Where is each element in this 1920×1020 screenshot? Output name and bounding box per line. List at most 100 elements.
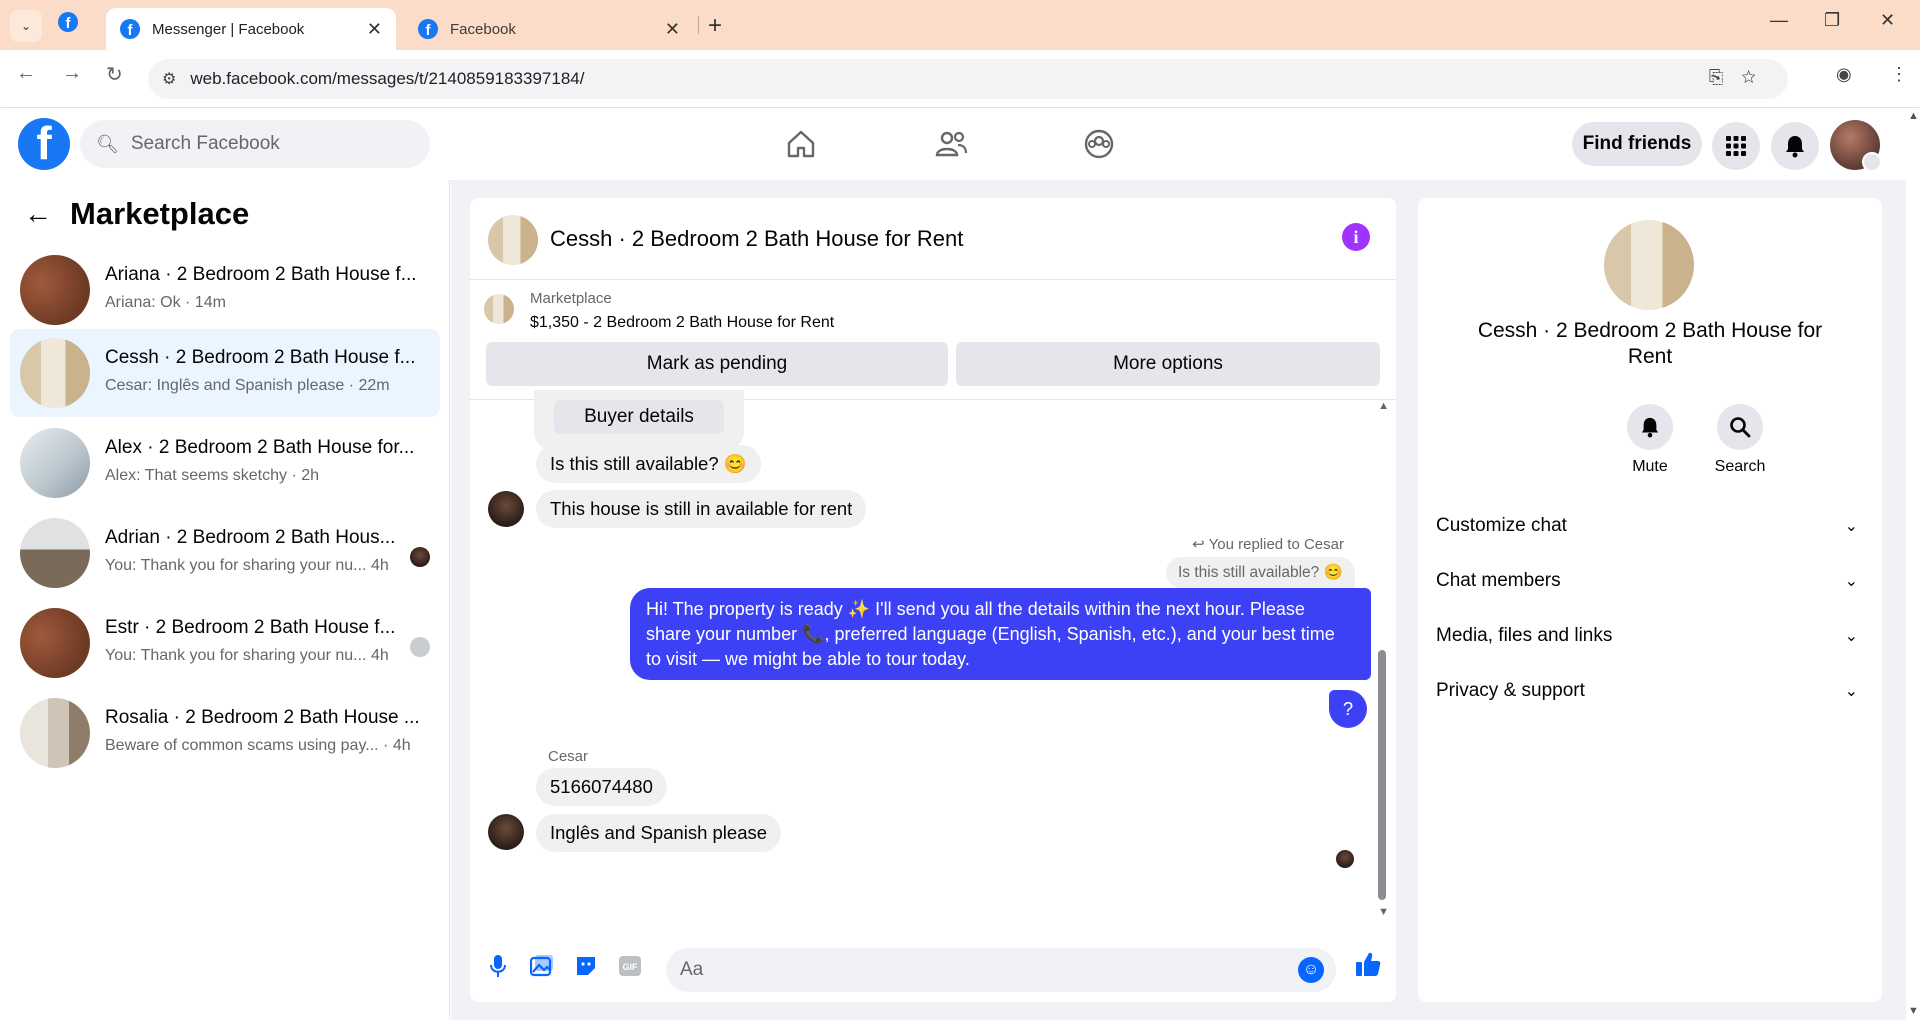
bookmark-star-icon[interactable]: ☆ xyxy=(1741,67,1774,87)
tab-separator xyxy=(698,16,699,34)
conversation-item[interactable]: Estr · 2 Bedroom 2 Bath House f... You: … xyxy=(10,599,440,687)
incoming-message[interactable]: 5166074480 xyxy=(536,768,667,806)
search-input[interactable]: 🔍︎ Search Facebook xyxy=(80,120,430,168)
install-app-icon[interactable]: ⎘ xyxy=(1709,67,1741,87)
forward-icon[interactable]: → xyxy=(62,62,82,85)
tab-facebook[interactable]: f Facebook ✕ xyxy=(404,8,694,50)
customize-chat-section[interactable]: Customize chat ⌄ xyxy=(1436,506,1864,546)
bell-icon[interactable] xyxy=(1627,404,1673,450)
outgoing-message-line: Hi! The property is ready ✨ I'll send yo… xyxy=(646,598,1305,619)
message-list: Buyer details Is this still available? 😊… xyxy=(470,390,1396,930)
window-close-icon[interactable]: ✕ xyxy=(1880,10,1895,31)
facebook-logo-icon[interactable]: f xyxy=(18,118,70,170)
conversation-name: Alex · 2 Bedroom 2 Bath House for... xyxy=(105,437,415,458)
pinned-facebook-tab-icon[interactable]: f xyxy=(58,12,78,32)
chat-header: Cessh · 2 Bedroom 2 Bath House for Rent … xyxy=(470,198,1396,280)
conversation-item[interactable]: Alex · 2 Bedroom 2 Bath House for... Ale… xyxy=(10,419,440,507)
chat-listing-avatar[interactable] xyxy=(488,215,538,265)
conversation-name: Ariana · 2 Bedroom 2 Bath House f... xyxy=(105,264,417,285)
chevron-down-icon: ⌄ xyxy=(1844,683,1858,700)
incoming-message[interactable]: Inglês and Spanish please xyxy=(536,814,782,852)
info-icon[interactable]: i xyxy=(1342,223,1370,251)
quoted-message[interactable]: Is this still available? 😊 xyxy=(1166,557,1355,588)
incoming-message[interactable]: This house is still in available for ren… xyxy=(536,490,867,528)
message-input[interactable]: Aa ☺ xyxy=(666,948,1336,992)
sender-avatar[interactable] xyxy=(488,491,524,527)
browser-toolbar: ← → ↻ ⚙ web.facebook.com/messages/t/2140… xyxy=(0,50,1920,108)
message-composer: GIF Aa ☺ xyxy=(470,938,1396,1002)
listing-thumbnail xyxy=(20,255,90,325)
profile-icon[interactable]: ◉ xyxy=(1836,64,1852,85)
conversation-item-selected[interactable]: Cessh · 2 Bedroom 2 Bath House f... Cesa… xyxy=(10,329,440,417)
emoji-icon[interactable]: ☺ xyxy=(1298,957,1324,983)
mark-as-pending-button[interactable]: Mark as pending xyxy=(486,342,948,386)
privacy-support-section[interactable]: Privacy & support ⌄ xyxy=(1436,671,1864,711)
seen-avatar xyxy=(410,637,430,657)
microphone-icon[interactable] xyxy=(484,952,512,980)
restore-icon[interactable]: ❐ xyxy=(1824,10,1840,31)
page-scrollbar[interactable]: ▲ ▼ xyxy=(1906,110,1920,1020)
mute-action[interactable]: Mute xyxy=(1610,404,1690,476)
chat-scrollbar-thumb[interactable] xyxy=(1378,650,1386,900)
site-info-icon[interactable]: ⚙ xyxy=(162,69,176,89)
search-action[interactable]: Search xyxy=(1700,404,1780,476)
minimize-icon[interactable]: — xyxy=(1770,10,1788,31)
marketplace-listing-card: Marketplace $1,350 - 2 Bedroom 2 Bath Ho… xyxy=(470,280,1396,400)
conversation-item[interactable]: Ariana · 2 Bedroom 2 Bath House f... Ari… xyxy=(10,246,440,334)
address-bar[interactable]: ⚙ web.facebook.com/messages/t/2140859183… xyxy=(148,59,1788,99)
back-icon[interactable]: ← xyxy=(16,62,36,85)
outgoing-message[interactable]: ? xyxy=(1329,690,1367,728)
page-scroll-up-icon[interactable]: ▲ xyxy=(1908,110,1919,122)
close-tab-icon[interactable]: ✕ xyxy=(665,19,680,40)
search-icon: 🔍︎ xyxy=(96,133,119,154)
gif-icon[interactable]: GIF xyxy=(616,952,644,980)
friends-icon[interactable] xyxy=(929,122,973,166)
home-icon[interactable] xyxy=(779,122,823,166)
conversation-item[interactable]: Rosalia · 2 Bedroom 2 Bath House ... Bew… xyxy=(10,689,440,777)
tab-search-dropdown-icon[interactable]: ⌄ xyxy=(10,10,42,42)
chat-members-section[interactable]: Chat members ⌄ xyxy=(1436,561,1864,601)
sidebar-header: ← Marketplace xyxy=(24,196,249,232)
sender-avatar[interactable] xyxy=(488,814,524,850)
sticker-icon[interactable] xyxy=(572,952,600,980)
scroll-down-arrow-icon[interactable]: ▼ xyxy=(1378,906,1389,918)
tab-title: Messenger | Facebook xyxy=(152,20,305,38)
find-friends-button[interactable]: Find friends xyxy=(1572,122,1702,166)
conversation-preview: Alex: That seems sketchy · 2h xyxy=(105,467,320,484)
outgoing-message[interactable]: Hi! The property is ready ✨ I'll send yo… xyxy=(630,588,1371,680)
message-input-placeholder: Aa xyxy=(680,959,704,980)
listing-thumbnail xyxy=(20,698,90,768)
groups-icon[interactable] xyxy=(1077,122,1121,166)
thumbs-up-like-icon[interactable] xyxy=(1354,950,1382,985)
more-options-button[interactable]: More options xyxy=(956,342,1380,386)
menu-kebab-icon[interactable]: ⋮ xyxy=(1890,64,1908,85)
media-files-links-section[interactable]: Media, files and links ⌄ xyxy=(1436,616,1864,656)
marketplace-sidebar: ← Marketplace Ariana · 2 Bedroom 2 Bath … xyxy=(0,180,450,1020)
close-tab-icon[interactable]: ✕ xyxy=(367,19,382,40)
photo-icon[interactable] xyxy=(528,952,556,980)
conversation-name: Rosalia · 2 Bedroom 2 Bath House ... xyxy=(105,707,420,728)
new-tab-icon[interactable]: + xyxy=(708,12,722,40)
listing-thumbnail xyxy=(20,608,90,678)
chat-title[interactable]: Cessh · 2 Bedroom 2 Bath House for Rent xyxy=(550,226,963,252)
search-icon[interactable] xyxy=(1717,404,1763,450)
buyer-details-button[interactable]: Buyer details xyxy=(554,400,724,434)
page-scroll-down-icon[interactable]: ▼ xyxy=(1908,1005,1919,1017)
search-label: Search xyxy=(1714,458,1766,475)
facebook-favicon-icon: f xyxy=(418,19,438,39)
listing-thumbnail xyxy=(20,518,90,588)
scroll-up-arrow-icon[interactable]: ▲ xyxy=(1378,400,1389,412)
incoming-message[interactable]: Is this still available? 😊 xyxy=(536,445,761,483)
account-avatar[interactable] xyxy=(1830,120,1882,172)
conversation-preview: Ariana: Ok · 14m xyxy=(105,294,226,311)
listing-price[interactable]: $1,350 - 2 Bedroom 2 Bath House for Rent xyxy=(530,314,834,332)
tab-messenger[interactable]: f Messenger | Facebook ✕ xyxy=(106,8,396,50)
back-arrow-icon[interactable]: ← xyxy=(24,198,52,230)
listing-avatar-large[interactable] xyxy=(1604,220,1694,310)
reload-icon[interactable]: ↻ xyxy=(106,62,123,87)
conversation-item[interactable]: Adrian · 2 Bedroom 2 Bath Hous... You: T… xyxy=(10,509,440,597)
menu-grid-icon[interactable] xyxy=(1712,122,1760,170)
conversation-details-panel: Cessh · 2 Bedroom 2 Bath House for Rent … xyxy=(1418,198,1882,1002)
notifications-bell-icon[interactable] xyxy=(1771,122,1819,170)
conversation-preview: You: Thank you for sharing your nu... 4h xyxy=(105,557,389,574)
